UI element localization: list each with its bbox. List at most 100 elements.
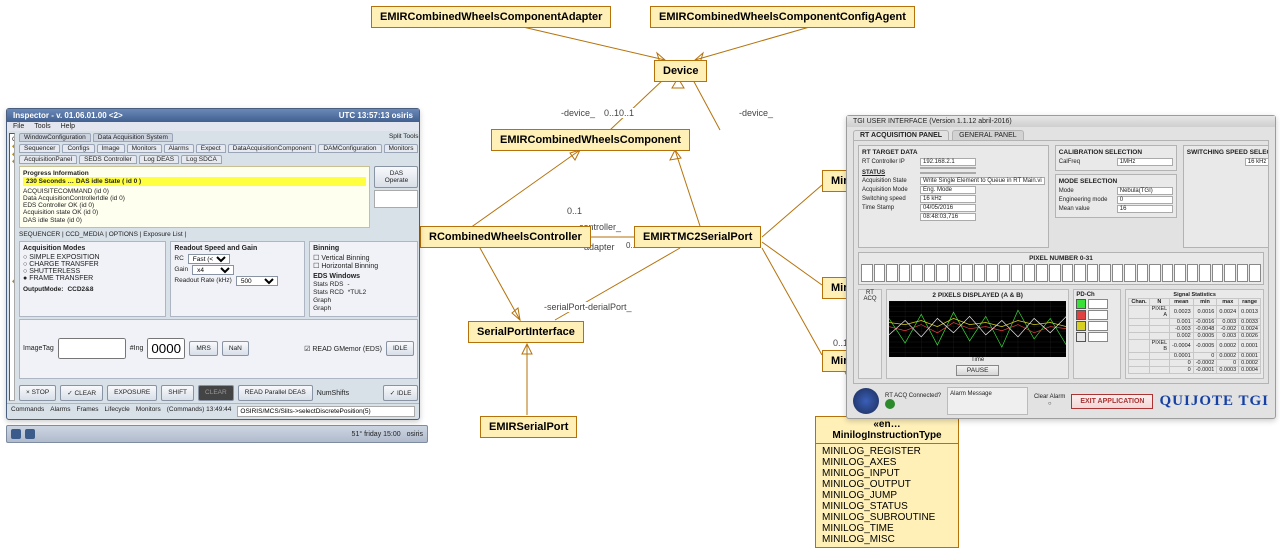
menu-file[interactable]: File bbox=[13, 123, 24, 130]
pixel-cell-27[interactable] bbox=[1199, 264, 1211, 282]
seq-value[interactable] bbox=[147, 338, 185, 359]
menu-tools[interactable]: Tools bbox=[34, 123, 50, 130]
footertab-monitors[interactable]: Monitors bbox=[136, 406, 161, 417]
sub-tab-5[interactable]: Expect bbox=[196, 144, 226, 153]
tree-item[interactable]: F2Wheel bbox=[12, 188, 15, 195]
engmode-value[interactable]: 0 bbox=[1117, 196, 1173, 204]
pixel-cell-10[interactable] bbox=[986, 264, 998, 282]
pixel-cell-23[interactable] bbox=[1149, 264, 1161, 282]
mode-value[interactable]: Nebula(TGI) bbox=[1117, 187, 1173, 195]
exposure-button[interactable]: EXPOSURE bbox=[107, 385, 157, 401]
idle2-button[interactable]: ✓ IDLE bbox=[383, 385, 419, 401]
footertab-frames[interactable]: Frames bbox=[76, 406, 98, 417]
shift-button[interactable]: SHIFT bbox=[161, 385, 194, 401]
lower-btn[interactable]: READ Parallel DEAS bbox=[238, 385, 313, 401]
mode-radio[interactable]: SHUTTERLESS bbox=[23, 268, 162, 275]
sub-tab-0[interactable]: Sequencer bbox=[19, 144, 60, 153]
footertab-alarms[interactable]: Alarms bbox=[50, 406, 70, 417]
pixel-cell-24[interactable] bbox=[1162, 264, 1174, 282]
tree-item[interactable]: currentNumberOfImages bbox=[12, 390, 15, 397]
task-icon[interactable] bbox=[25, 429, 35, 439]
tree-item[interactable]: currentFrameGrabberStatus bbox=[12, 368, 15, 375]
clear2-button[interactable]: CLEAR bbox=[198, 385, 234, 401]
pixel-cell-6[interactable] bbox=[936, 264, 948, 282]
pixel-cell-3[interactable] bbox=[899, 264, 911, 282]
pixel-cell-5[interactable] bbox=[924, 264, 936, 282]
sub-tab-4[interactable]: Alarms bbox=[164, 144, 194, 153]
idle-button[interactable]: IDLE bbox=[386, 341, 414, 356]
tree-item[interactable]: isReadMode bbox=[12, 300, 15, 307]
pixel-cell-16[interactable] bbox=[1062, 264, 1074, 282]
footertab-lifecycle[interactable]: Lifecycle bbox=[105, 406, 130, 417]
mode-radio[interactable]: CHARGE TRANSFER bbox=[23, 261, 162, 268]
sub-tab-3[interactable]: Monitors bbox=[127, 144, 162, 153]
tree-item[interactable]: isDAMInput bbox=[12, 285, 15, 292]
readout-select[interactable]: Fast (<1 us) bbox=[188, 254, 230, 264]
pixel-cell-12[interactable] bbox=[1011, 264, 1023, 282]
sub-tab-2[interactable]: Image bbox=[97, 144, 125, 153]
pixel-cell-9[interactable] bbox=[974, 264, 986, 282]
tree-item[interactable]: ksatrixC_Monitor bbox=[12, 256, 15, 263]
readout-select[interactable]: 500 bbox=[236, 276, 278, 286]
tree-item[interactable]: Focus bbox=[12, 226, 15, 233]
pixel-cell-22[interactable] bbox=[1137, 264, 1149, 282]
clear-alarm-button[interactable]: ○ bbox=[1045, 400, 1055, 408]
tree-item[interactable]: currentOutputMode bbox=[12, 345, 15, 352]
cmd-input[interactable] bbox=[237, 406, 415, 417]
pixel-cell-17[interactable] bbox=[1074, 264, 1086, 282]
pd-input[interactable] bbox=[1088, 332, 1108, 342]
tree-item[interactable]: Shutter bbox=[12, 241, 15, 248]
pixel-cell-14[interactable] bbox=[1036, 264, 1048, 282]
mode-radio[interactable]: SIMPLE EXPOSITION bbox=[23, 254, 162, 261]
pixel-cell-8[interactable] bbox=[961, 264, 973, 282]
speed-value[interactable]: 16 kHz bbox=[1245, 158, 1269, 166]
pixel-cell-18[interactable] bbox=[1087, 264, 1099, 282]
mrs-button[interactable]: MRS bbox=[189, 341, 217, 356]
vbin-check[interactable]: Vertical Binning bbox=[313, 254, 414, 262]
pixel-cell-15[interactable] bbox=[1049, 264, 1061, 282]
menu-help[interactable]: Help bbox=[61, 123, 75, 130]
pixel-cell-11[interactable] bbox=[999, 264, 1011, 282]
tree-item[interactable]: Masks bbox=[12, 166, 15, 173]
tree-item[interactable]: Grisms bbox=[12, 203, 15, 210]
plot-area[interactable] bbox=[889, 301, 1066, 357]
tab-general[interactable]: GENERAL PANEL bbox=[952, 130, 1024, 140]
tree-item[interactable]: currentEDDSControllerStatus bbox=[12, 360, 15, 367]
pixel-cell-28[interactable] bbox=[1212, 264, 1224, 282]
panel-tab-1[interactable]: SEDS Controller bbox=[79, 155, 137, 164]
tree-item[interactable]: isDetectorControllerIdle bbox=[12, 308, 15, 315]
pixel-cell-7[interactable] bbox=[949, 264, 961, 282]
pixel-cell-30[interactable] bbox=[1237, 264, 1249, 282]
pixel-cell-19[interactable] bbox=[1099, 264, 1111, 282]
tree-item[interactable]: LASGlobalMonitor bbox=[12, 248, 15, 255]
tree-item[interactable]: currentExposureTime bbox=[12, 375, 15, 382]
tree-item[interactable]: isLastReadout bbox=[12, 330, 15, 337]
pd-input[interactable] bbox=[1088, 310, 1108, 320]
tree-item[interactable]: currentBrameBinning bbox=[12, 397, 15, 401]
split-tools[interactable]: Split Tools bbox=[389, 133, 419, 142]
main-tab-0[interactable]: WindowConfiguration bbox=[19, 133, 91, 142]
tree-item[interactable]: currentReadoutSpeed bbox=[12, 353, 15, 360]
pixel-cell-20[interactable] bbox=[1112, 264, 1124, 282]
mode-radio[interactable]: FRAME TRANSFER bbox=[23, 275, 162, 282]
sub-tab-7[interactable]: DAMConfiguration bbox=[318, 144, 381, 153]
pixel-cell-21[interactable] bbox=[1124, 264, 1136, 282]
tree-panel[interactable]: GCS::EMIR::DASMot_AMot_BOSIRISMasksMCSF1… bbox=[9, 133, 15, 401]
footertab-commands[interactable]: Commands bbox=[11, 406, 44, 417]
hbin-check[interactable]: Horizontal Binning bbox=[313, 262, 414, 270]
taskbar[interactable]: 51° friday 15:00 osiris bbox=[6, 425, 428, 443]
main-tab-1[interactable]: Data Acquisition System bbox=[93, 133, 173, 142]
pause-button[interactable]: PAUSE bbox=[956, 365, 1000, 376]
pixel-cell-26[interactable] bbox=[1187, 264, 1199, 282]
tree-item[interactable]: Slits bbox=[12, 211, 15, 218]
pixel-cell-0[interactable] bbox=[861, 264, 873, 282]
panel-tab-2[interactable]: Log DEAS bbox=[139, 155, 179, 164]
tab-rt-acq[interactable]: RT ACQUISITION PANEL bbox=[853, 130, 949, 140]
imagetag-input[interactable] bbox=[58, 338, 126, 359]
sub-tab-1[interactable]: Configs bbox=[62, 144, 94, 153]
tree-item[interactable]: Collimator bbox=[12, 233, 15, 240]
pd-input[interactable] bbox=[1088, 299, 1108, 309]
sub-tab-6[interactable]: DataAcquisitionComponent bbox=[228, 144, 317, 153]
readout-select[interactable]: x4 bbox=[192, 265, 234, 275]
sequencer-row[interactable]: SEQUENCER | CCD_MEDIA | OPTIONS | Exposu… bbox=[19, 230, 418, 239]
